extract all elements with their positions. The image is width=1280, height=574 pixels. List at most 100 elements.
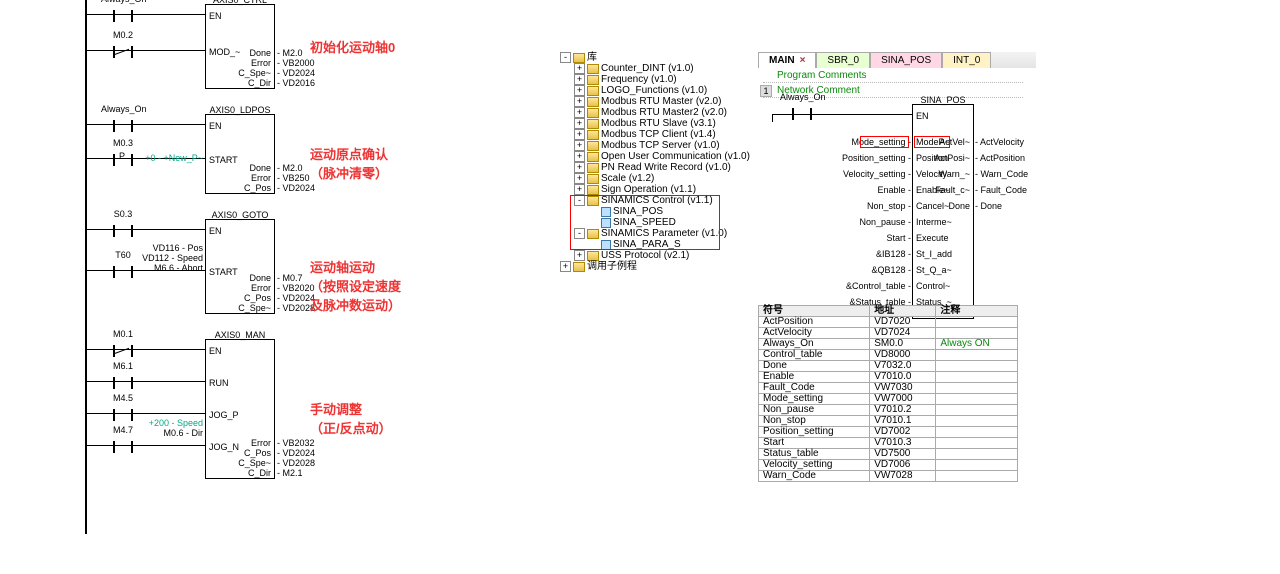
- highlight-box: [570, 195, 720, 250]
- folder-icon: [587, 75, 599, 85]
- table-row[interactable]: Always_OnSM0.0Always ON: [759, 339, 1018, 350]
- tree-item[interactable]: +Modbus TCP Client (v1.4): [560, 129, 750, 140]
- contact[interactable]: M0.1: [109, 339, 137, 357]
- tab-sina_pos[interactable]: SINA_POS: [870, 52, 942, 68]
- table-row[interactable]: Non_pauseV7010.2: [759, 405, 1018, 416]
- expand-icon[interactable]: +: [574, 140, 585, 151]
- table-row[interactable]: Non_stopV7010.1: [759, 416, 1018, 427]
- tree-item[interactable]: +Modbus RTU Slave (v3.1): [560, 118, 750, 129]
- folder-icon: [573, 53, 585, 63]
- table-row[interactable]: DoneV7032.0: [759, 361, 1018, 372]
- folder-icon: [573, 262, 585, 272]
- expand-icon[interactable]: +: [574, 63, 585, 74]
- col-header[interactable]: 符号: [759, 306, 870, 317]
- col-header[interactable]: 地址: [870, 306, 936, 317]
- folder-icon: [587, 141, 599, 151]
- network-comment: 手动调整（正/反点动）: [310, 399, 392, 437]
- contact[interactable]: T60: [109, 260, 137, 278]
- tree-item[interactable]: +Modbus RTU Master2 (v2.0): [560, 107, 750, 118]
- symbol-table[interactable]: 符号地址注释ActPositionVD7020ActVelocityVD7024…: [758, 305, 1018, 482]
- tree-item[interactable]: +Counter_DINT (v1.0): [560, 63, 750, 74]
- table-row[interactable]: Position_settingVD7002: [759, 427, 1018, 438]
- tree-item[interactable]: +Open User Communication (v1.0): [560, 151, 750, 162]
- function-block[interactable]: AXIS0_MANENRUNJOG_PJOG_NError- VB2032C_P…: [205, 339, 275, 479]
- contact[interactable]: S0.3: [109, 219, 137, 237]
- ladder-network-0[interactable]: Always_On M0.2 AXIS0_CTRLENMOD_~Done- M2.0…: [85, 2, 545, 107]
- network-comment: 运动原点确认（脉冲清零）: [310, 144, 388, 182]
- tab-main[interactable]: MAIN×: [758, 52, 816, 68]
- wire: [772, 114, 773, 122]
- tree-item[interactable]: +Scale (v1.2): [560, 173, 750, 184]
- folder-icon: [587, 97, 599, 107]
- tab-sbr_0[interactable]: SBR_0: [816, 52, 870, 68]
- table-row[interactable]: ActPositionVD7020: [759, 317, 1018, 328]
- function-block[interactable]: AXIS0_LDPOSENSTARTDone- M2.0Error- VB250…: [205, 114, 275, 194]
- contact[interactable]: M4.7: [109, 435, 137, 453]
- folder-icon: [587, 163, 599, 173]
- contact[interactable]: Always_On: [109, 4, 137, 22]
- network-comment: 初始化运动轴0: [310, 37, 395, 56]
- function-block[interactable]: AXIS0_CTRLENMOD_~Done- M2.0Error- VB2000…: [205, 4, 275, 89]
- contact[interactable]: M0.3P: [109, 148, 137, 166]
- tree-item[interactable]: -库: [560, 52, 750, 63]
- table-row[interactable]: EnableV7010.0: [759, 372, 1018, 383]
- folder-icon: [587, 64, 599, 74]
- tree-item[interactable]: +Modbus RTU Master (v2.0): [560, 96, 750, 107]
- expand-icon[interactable]: +: [574, 173, 585, 184]
- contact[interactable]: Always_On: [109, 114, 137, 132]
- collapse-icon[interactable]: -: [560, 52, 571, 63]
- contact[interactable]: M0.2: [109, 40, 137, 58]
- folder-icon: [587, 119, 599, 129]
- table-row[interactable]: Warn_CodeVW7028: [759, 471, 1018, 482]
- contact[interactable]: M4.5: [109, 403, 137, 421]
- program-comments[interactable]: Program Comments: [763, 69, 1023, 83]
- folder-icon: [587, 108, 599, 118]
- ladder-network-2[interactable]: S0.3 T60 AXIS0_GOTOENSTARTDone- M0.7Error-…: [85, 217, 545, 332]
- folder-icon: [587, 130, 599, 140]
- expand-icon[interactable]: +: [574, 184, 585, 195]
- table-row[interactable]: Status_tableVD7500: [759, 449, 1018, 460]
- ladder-network-3[interactable]: M0.1 M6.1 M4.5 M4.7 AXIS0_MANENRUNJOG_PJOG_N…: [85, 337, 545, 497]
- expand-icon[interactable]: +: [574, 74, 585, 85]
- col-header[interactable]: 注释: [936, 306, 1018, 317]
- tab-int_0[interactable]: INT_0: [942, 52, 991, 68]
- table-row[interactable]: Fault_CodeVW7030: [759, 383, 1018, 394]
- program-editor: MAIN×SBR_0SINA_POSINT_0 Program Comments…: [758, 52, 1036, 572]
- expand-icon[interactable]: +: [574, 85, 585, 96]
- library-tree: -库+Counter_DINT (v1.0)+Frequency (v1.0)+…: [560, 52, 750, 272]
- tree-item[interactable]: +Frequency (v1.0): [560, 74, 750, 85]
- folder-icon: [587, 152, 599, 162]
- expand-icon[interactable]: +: [574, 107, 585, 118]
- expand-icon[interactable]: +: [574, 162, 585, 173]
- function-block[interactable]: AXIS0_GOTOENSTARTDone- M0.7Error- VB2020…: [205, 219, 275, 314]
- tree-item[interactable]: +USS Protocol (v2.1): [560, 250, 750, 261]
- table-row[interactable]: Velocity_settingVD7006: [759, 460, 1018, 471]
- contact[interactable]: M6.1: [109, 371, 137, 389]
- expand-icon[interactable]: +: [574, 118, 585, 129]
- tree-item[interactable]: +PN Read Write Record (v1.0): [560, 162, 750, 173]
- expand-icon[interactable]: +: [560, 261, 571, 272]
- table-row[interactable]: ActVelocityVD7024: [759, 328, 1018, 339]
- folder-icon: [587, 86, 599, 96]
- expand-icon[interactable]: +: [574, 96, 585, 107]
- folder-icon: [587, 251, 599, 261]
- expand-icon[interactable]: +: [574, 250, 585, 261]
- network-comment: 运动轴运动（按照设定速度及脉冲数运动）: [310, 257, 401, 314]
- ladder-network-1[interactable]: Always_On M0.3P AXIS0_LDPOSENSTARTDone- M2…: [85, 112, 545, 212]
- contact-always-on[interactable]: Always_On: [788, 102, 816, 120]
- table-row[interactable]: Mode_settingVW7000: [759, 394, 1018, 405]
- table-row[interactable]: StartV7010.3: [759, 438, 1018, 449]
- tree-item[interactable]: +调用子例程: [560, 261, 750, 272]
- folder-icon: [587, 185, 599, 195]
- expand-icon[interactable]: +: [574, 129, 585, 140]
- editor-tabs: MAIN×SBR_0SINA_POSINT_0: [758, 52, 1036, 68]
- tree-item[interactable]: +Modbus TCP Server (v1.0): [560, 140, 750, 151]
- folder-icon: [587, 174, 599, 184]
- expand-icon[interactable]: +: [574, 151, 585, 162]
- tree-item[interactable]: +LOGO_Functions (v1.0): [560, 85, 750, 96]
- tree-item[interactable]: +Sign Operation (v1.1): [560, 184, 750, 195]
- block-sina-pos[interactable]: SINA_POS ENModeP~Mode_setting -PositionP…: [912, 104, 974, 319]
- close-icon[interactable]: ×: [800, 55, 806, 66]
- ladder-panel: Always_On M0.2 AXIS0_CTRLENMOD_~Done- M2.0…: [85, 0, 545, 574]
- table-row[interactable]: Control_tableVD8000: [759, 350, 1018, 361]
